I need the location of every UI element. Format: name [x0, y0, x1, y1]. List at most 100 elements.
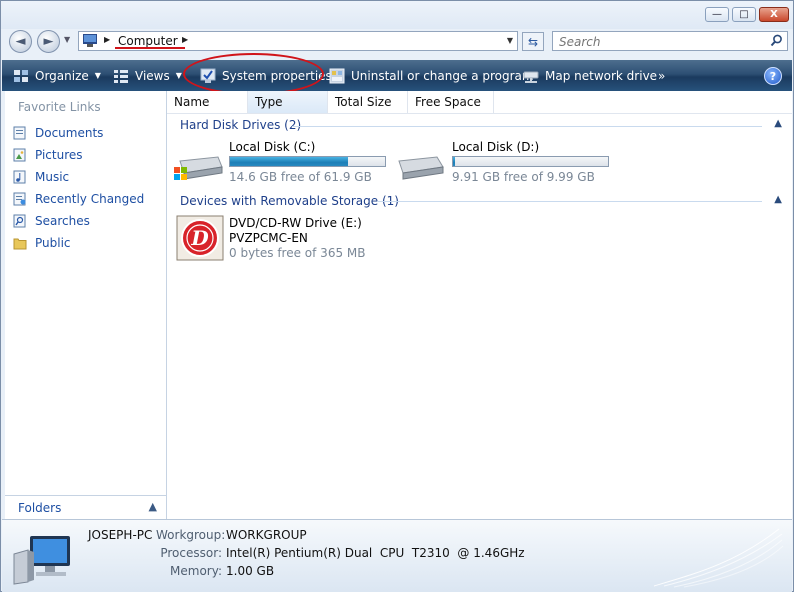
- forward-arrow-icon: ►: [43, 34, 54, 49]
- drive-free-space: 14.6 GB free of 61.9 GB: [229, 170, 372, 184]
- refresh-icon: ⇆: [527, 34, 539, 49]
- folders-label: Folders: [18, 501, 62, 515]
- column-header-row: Name Type Total Size Free Space: [167, 91, 792, 114]
- searches-icon: [13, 214, 26, 228]
- sidebar-item-recently-changed[interactable]: Recently Changed: [13, 189, 144, 209]
- search-box[interactable]: [552, 31, 788, 51]
- memory-label: Memory:: [170, 564, 222, 578]
- uninstall-program-label: Uninstall or change a program: [351, 68, 534, 83]
- sidebar-item-label: Pictures: [35, 148, 83, 162]
- title-bar: — □ X: [1, 1, 793, 29]
- sidebar-item-label: Documents: [35, 126, 104, 140]
- history-dropdown[interactable]: ▼: [64, 35, 70, 44]
- chevron-down-icon: ▼: [175, 71, 182, 80]
- folders-toggle[interactable]: Folders ▲: [5, 495, 166, 520]
- map-network-drive-button[interactable]: Map network drive: [523, 60, 657, 91]
- disc-volume-label: PVZPCMC-EN: [229, 231, 308, 245]
- group-header-hard-disks[interactable]: Hard Disk Drives (2): [180, 118, 301, 132]
- views-button[interactable]: Views ▼: [113, 60, 182, 91]
- breadcrumb-separator-icon[interactable]: ▶: [104, 35, 110, 44]
- maximize-button[interactable]: □: [732, 7, 756, 22]
- chevron-down-icon: ▼: [94, 71, 101, 80]
- sidebar-item-label: Searches: [35, 214, 90, 228]
- forward-button[interactable]: ►: [37, 30, 60, 53]
- system-properties-label: System properties: [222, 68, 332, 83]
- drive-name: Local Disk (C:): [229, 140, 316, 154]
- processor-value: Intel(R) Pentium(R) Dual CPU T2310 @ 1.4…: [226, 546, 525, 560]
- workgroup-label: Workgroup:: [156, 528, 226, 542]
- command-bar: Organize ▼ Views ▼ System properties Uni…: [2, 60, 792, 91]
- explorer-window: — □ X ◄ ► ▼ ▶ Computer ▶ ▼ ⇆ Search Orga…: [0, 0, 794, 592]
- address-dropdown-icon[interactable]: ▼: [507, 36, 513, 45]
- group-divider: [292, 126, 762, 127]
- help-button[interactable]: ?: [764, 67, 782, 85]
- pictures-icon: [13, 148, 26, 162]
- search-icon[interactable]: [770, 34, 783, 47]
- organize-label: Organize: [35, 68, 89, 83]
- collapse-chevron-icon[interactable]: ▲: [774, 118, 782, 129]
- back-button[interactable]: ◄: [9, 30, 32, 53]
- drive-usage-fill: [453, 157, 455, 166]
- system-properties-icon: [200, 68, 216, 83]
- search-input[interactable]: [557, 34, 761, 50]
- svg-text:D: D: [190, 226, 209, 250]
- more-commands-button[interactable]: »: [658, 60, 665, 91]
- column-total-size[interactable]: Total Size: [328, 91, 408, 113]
- computer-name: JOSEPH-PC: [88, 528, 153, 542]
- computer-icon: [83, 34, 97, 47]
- column-free-space[interactable]: Free Space: [408, 91, 494, 113]
- sidebar-item-label: Public: [35, 236, 71, 250]
- programs-icon: [329, 68, 345, 83]
- drive-name: DVD/CD-RW Drive (E:): [229, 216, 362, 230]
- breadcrumb-chevron-icon[interactable]: ▶: [182, 35, 188, 44]
- hard-drive-d-icon[interactable]: [397, 151, 447, 185]
- collapse-chevron-icon[interactable]: ▲: [774, 194, 782, 205]
- organize-button[interactable]: Organize ▼: [13, 60, 101, 91]
- sidebar-item-searches[interactable]: Searches: [13, 211, 90, 231]
- details-pane: JOSEPH-PC Workgroup: WORKGROUP Processor…: [2, 519, 792, 592]
- decorative-swoosh: [654, 528, 784, 588]
- annotation-underline: [115, 47, 185, 49]
- help-icon: ?: [769, 69, 777, 83]
- dvd-drive-icon[interactable]: D: [176, 215, 224, 261]
- documents-icon: [13, 126, 26, 140]
- memory-value: 1.00 GB: [226, 564, 275, 578]
- recently-changed-icon: [13, 192, 26, 206]
- back-arrow-icon: ◄: [15, 34, 26, 49]
- drive-free-space: 0 bytes free of 365 MB: [229, 246, 366, 260]
- map-network-drive-label: Map network drive: [545, 68, 658, 83]
- column-name[interactable]: Name: [167, 91, 248, 113]
- chevron-right-double-icon: »: [658, 68, 666, 83]
- breadcrumb-computer[interactable]: Computer: [118, 34, 178, 48]
- sidebar-item-pictures[interactable]: Pictures: [13, 145, 83, 165]
- file-list-pane: Name Type Total Size Free Space Hard Dis…: [167, 91, 792, 519]
- music-icon: [13, 170, 26, 184]
- group-header-removable[interactable]: Devices with Removable Storage (1): [180, 194, 399, 208]
- drive-usage-bar: [229, 156, 386, 167]
- sidebar-item-label: Music: [35, 170, 70, 184]
- organize-icon: [14, 69, 28, 82]
- sidebar-item-label: Recently Changed: [35, 192, 145, 206]
- drive-free-space: 9.91 GB free of 9.99 GB: [452, 170, 595, 184]
- sidebar-item-music[interactable]: Music: [13, 167, 69, 187]
- refresh-button[interactable]: ⇆: [522, 32, 544, 51]
- group-divider: [377, 201, 762, 202]
- processor-label: Processor:: [160, 546, 222, 560]
- drive-usage-fill: [230, 157, 349, 166]
- favorite-links-header: Favorite Links: [18, 100, 101, 114]
- network-drive-icon: [523, 71, 539, 83]
- public-folder-icon: [13, 238, 27, 250]
- close-button[interactable]: X: [759, 7, 789, 22]
- sidebar-item-documents[interactable]: Documents: [13, 123, 103, 143]
- drive-name: Local Disk (D:): [452, 140, 540, 154]
- hard-drive-c-icon[interactable]: [174, 151, 224, 185]
- uninstall-program-button[interactable]: Uninstall or change a program: [329, 60, 534, 91]
- sidebar-item-public[interactable]: Public: [13, 233, 71, 253]
- computer-large-icon: [13, 536, 70, 585]
- column-type[interactable]: Type: [248, 91, 328, 113]
- minimize-button[interactable]: —: [705, 7, 729, 22]
- chevron-up-icon: ▲: [148, 500, 157, 513]
- system-properties-button[interactable]: System properties: [200, 60, 332, 91]
- drive-usage-bar: [452, 156, 609, 167]
- workgroup-value: WORKGROUP: [226, 528, 307, 542]
